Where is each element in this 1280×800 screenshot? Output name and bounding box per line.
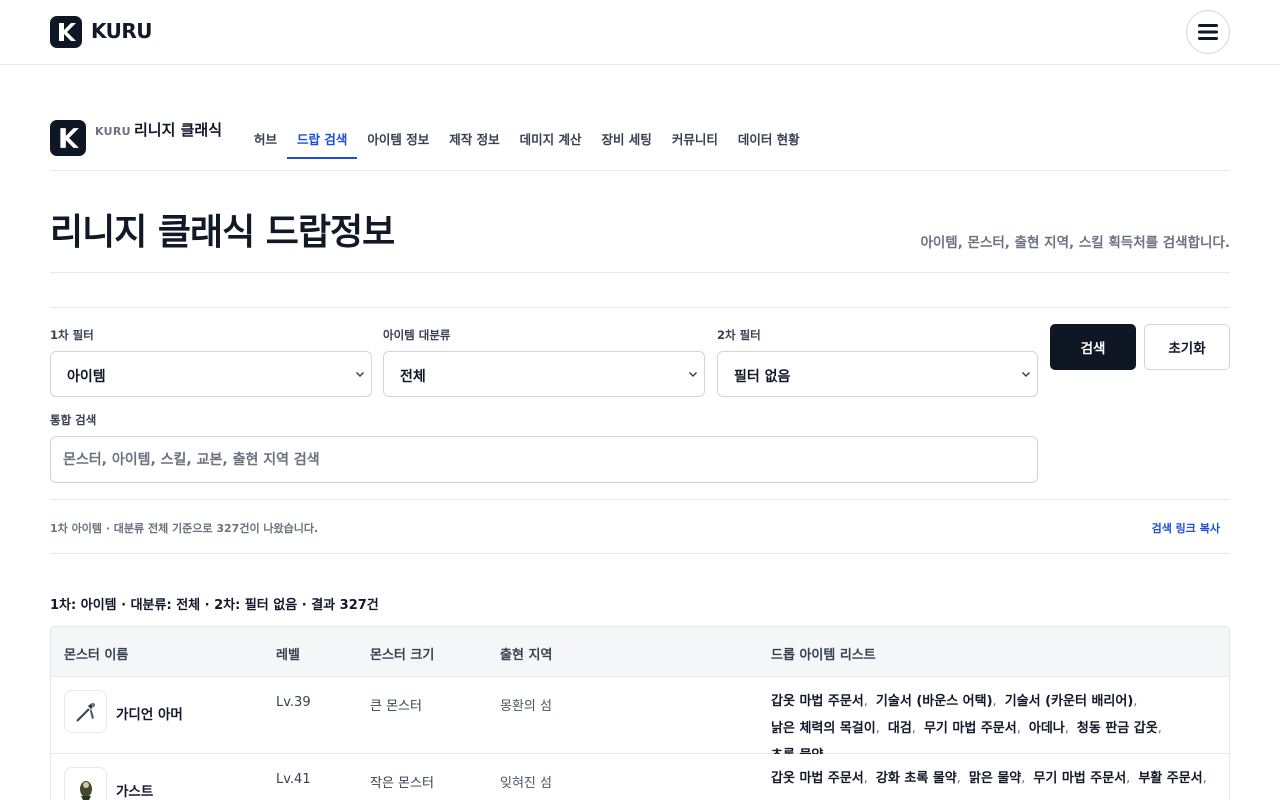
- brand-small-label: KURU: [95, 125, 131, 138]
- monster-name[interactable]: 가스트: [116, 780, 153, 800]
- reset-button[interactable]: 초기화: [1144, 324, 1230, 370]
- drop-separator: ,: [1202, 771, 1207, 786]
- drop-separator: ,: [1133, 694, 1138, 709]
- drop-item-link[interactable]: 무기 마법 주문서: [924, 721, 1017, 736]
- drop-item-link[interactable]: 낡은 체력의 목걸이: [771, 721, 876, 736]
- column-header-region[interactable]: 출현 지역: [500, 644, 552, 663]
- drop-separator: ,: [1021, 771, 1026, 786]
- results-table: 몬스터 이름 레벨 몬스터 크기 출현 지역 드롭 아이템 리스트 가디언 아머…: [50, 626, 1230, 800]
- divider: [50, 307, 1230, 308]
- column-header-size[interactable]: 몬스터 크기: [370, 644, 434, 663]
- column-header-level[interactable]: 레벨: [276, 644, 300, 663]
- top-bar: KURU: [0, 0, 1280, 65]
- kuru-logo-icon[interactable]: [50, 120, 86, 156]
- search-input[interactable]: [50, 436, 1038, 483]
- search-button[interactable]: 검색: [1050, 324, 1136, 370]
- drop-item-link[interactable]: 맑은 물약: [969, 771, 1021, 786]
- drop-separator: ,: [863, 694, 868, 709]
- drop-item-link[interactable]: 갑옷 마법 주문서: [771, 771, 864, 786]
- drop-item-link[interactable]: 기술서 (카운터 배리어): [1005, 694, 1134, 709]
- drop-separator: ,: [1157, 721, 1162, 736]
- secondary-filter-value: 필터 없음: [734, 369, 791, 385]
- game-title[interactable]: 리니지 클래식: [134, 119, 222, 140]
- secondary-filter-select[interactable]: 필터 없음: [717, 351, 1038, 397]
- drop-separator: ,: [1016, 721, 1021, 736]
- drop-separator: ,: [956, 771, 961, 786]
- tab-item-info[interactable]: 아이템 정보: [357, 100, 439, 171]
- monster-size: 큰 몬스터: [370, 699, 422, 714]
- monster-level: Lv.39: [276, 695, 311, 710]
- drop-item-link[interactable]: 기술서 (바운스 어택): [876, 694, 993, 709]
- kuru-logo-icon[interactable]: [50, 16, 82, 48]
- monster-region: 잊혀진 섬: [500, 776, 552, 791]
- drop-separator: ,: [863, 771, 868, 786]
- drop-separator: ,: [911, 721, 916, 736]
- divider: [50, 553, 1230, 554]
- drop-separator: ,: [1126, 771, 1131, 786]
- search-label: 통합 검색: [50, 413, 97, 427]
- menu-button[interactable]: [1186, 10, 1230, 54]
- result-count-note: 1차 아이템 · 대분류 전체 기준으로 327건이 나왔습니다.: [50, 522, 319, 535]
- drop-separator: ,: [992, 694, 997, 709]
- monster-level: Lv.41: [276, 772, 311, 787]
- tab-equipment-setup[interactable]: 장비 세팅: [591, 100, 661, 171]
- drop-item-link[interactable]: 부활 주문서: [1138, 771, 1202, 786]
- primary-filter-select[interactable]: 아이템: [50, 351, 372, 397]
- drop-separator: ,: [1064, 721, 1069, 736]
- brand-name[interactable]: KURU: [91, 19, 153, 43]
- page-subtitle: 아이템, 몬스터, 출현 지역, 스킬 획득처를 검색합니다.: [920, 235, 1230, 251]
- monster-size: 작은 몬스터: [370, 776, 434, 791]
- column-header-monster-name[interactable]: 몬스터 이름: [64, 644, 128, 663]
- tab-crafting-info[interactable]: 제작 정보: [439, 100, 509, 171]
- result-summary: 1차: 아이템 · 대분류: 전체 · 2차: 필터 없음 · 결과 327건: [50, 598, 379, 613]
- divider: [50, 499, 1230, 500]
- tab-bar: 허브 드랍 검색 아이템 정보 제작 정보 데미지 계산 장비 세팅 커뮤니티 …: [244, 100, 810, 171]
- drop-separator: ,: [875, 721, 880, 736]
- chevron-down-icon: [355, 371, 365, 378]
- primary-filter-label: 1차 필터: [50, 328, 94, 342]
- column-header-drops[interactable]: 드롭 아이템 리스트: [771, 644, 876, 663]
- copy-search-link[interactable]: 검색 링크 복사: [1152, 520, 1220, 536]
- table-row[interactable]: 가스트 Lv.41 작은 몬스터 잊혀진 섬 갑옷 마법 주문서, 강화 초록 물…: [51, 754, 1229, 800]
- tab-community[interactable]: 커뮤니티: [662, 100, 728, 171]
- drop-item-link[interactable]: 아데나: [1029, 721, 1065, 736]
- drop-item-link[interactable]: 갑옷 마법 주문서: [771, 694, 864, 709]
- sub-navigation: KURU 리니지 클래식 허브 드랍 검색 아이템 정보 제작 정보 데미지 계…: [50, 100, 1230, 171]
- drop-item-link[interactable]: 강화 초록 물약: [876, 771, 957, 786]
- drop-item-link[interactable]: 청동 판금 갑옷: [1077, 721, 1158, 736]
- secondary-filter-label: 2차 필터: [717, 328, 761, 342]
- table-header: 몬스터 이름 레벨 몬스터 크기 출현 지역 드롭 아이템 리스트: [51, 627, 1229, 677]
- divider: [50, 272, 1230, 273]
- page-title: 리니지 클래식 드랍정보: [50, 212, 395, 253]
- monster-region: 몽환의 섬: [500, 699, 552, 714]
- category-filter-select[interactable]: 전체: [383, 351, 705, 397]
- drop-item-link[interactable]: 대검: [888, 721, 912, 736]
- category-filter-value: 전체: [400, 369, 426, 385]
- hamburger-menu-icon: [1198, 24, 1218, 40]
- tab-drop-search[interactable]: 드랍 검색: [287, 100, 358, 171]
- chevron-down-icon: [688, 371, 698, 378]
- drop-item-link[interactable]: 무기 마법 주문서: [1033, 771, 1126, 786]
- ghast-icon: [64, 767, 107, 800]
- guardian-armor-icon: [64, 690, 107, 733]
- monster-name[interactable]: 가디언 아머: [116, 703, 183, 723]
- category-filter-label: 아이템 대분류: [383, 328, 451, 342]
- tab-data-status[interactable]: 데이터 현황: [728, 100, 810, 171]
- drop-list: 갑옷 마법 주문서, 강화 초록 물약, 맑은 물약, 무기 마법 주문서, 부활 주문…: [771, 765, 1221, 792]
- primary-filter-value: 아이템: [67, 369, 106, 385]
- tab-damage-calc[interactable]: 데미지 계산: [510, 100, 592, 171]
- tab-hub[interactable]: 허브: [244, 100, 287, 171]
- table-row[interactable]: 가디언 아머 Lv.39 큰 몬스터 몽환의 섬 갑옷 마법 주문서, 기술서 (…: [51, 677, 1229, 763]
- chevron-down-icon: [1021, 371, 1031, 378]
